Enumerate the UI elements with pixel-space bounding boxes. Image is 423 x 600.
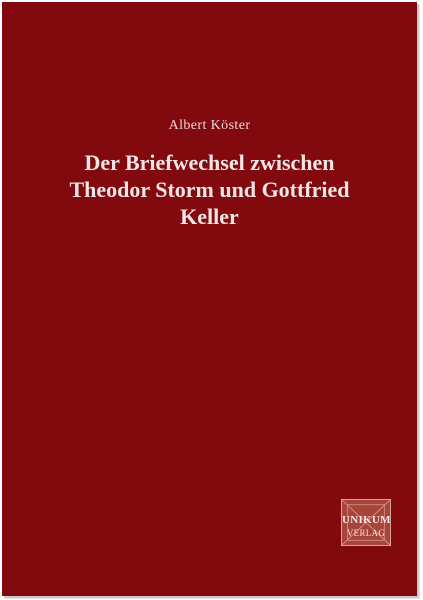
logo-text-unikum: UNIKUM — [342, 514, 391, 526]
book-title: Der Briefwechsel zwischen Theodor Storm … — [2, 149, 417, 230]
book-cover-page: Albert Köster Der Briefwechsel zwischen … — [0, 0, 423, 600]
title-line-3: Keller — [180, 204, 239, 229]
publisher-logo: UNIKUM VERLAG — [341, 499, 391, 546]
title-line-1: Der Briefwechsel zwischen — [84, 150, 335, 175]
book-cover: Albert Köster Der Briefwechsel zwischen … — [2, 2, 417, 596]
logo-text-verlag: VERLAG — [346, 528, 386, 538]
title-line-2: Theodor Storm und Gottfried — [69, 177, 350, 202]
author-name: Albert Köster — [168, 118, 251, 133]
